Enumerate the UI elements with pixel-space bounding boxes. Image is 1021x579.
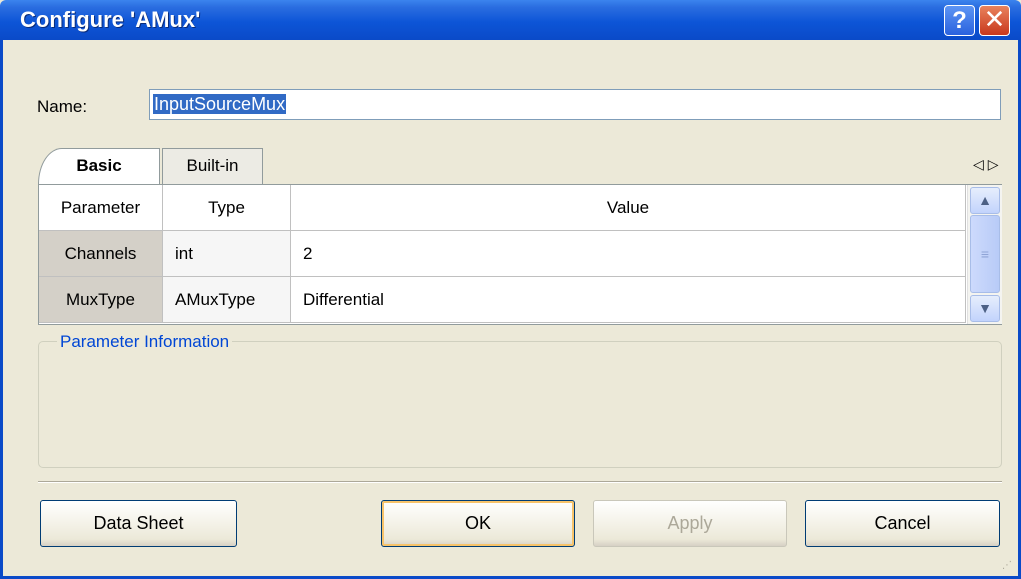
- cell-type: AMuxType: [163, 277, 291, 323]
- tab-built-in-label: Built-in: [186, 156, 239, 175]
- question-mark-icon: ?: [952, 7, 967, 34]
- tab-basic-label: Basic: [76, 156, 122, 175]
- cell-parameter: Channels: [39, 231, 163, 277]
- column-header-parameter[interactable]: Parameter: [39, 185, 163, 231]
- table-row[interactable]: MuxType AMuxType Differential: [39, 277, 966, 323]
- scroll-up-button[interactable]: ▲: [970, 187, 1000, 214]
- name-label: Name:: [37, 97, 88, 116]
- resize-grip-icon[interactable]: ⋰: [1002, 560, 1012, 571]
- close-button[interactable]: ✕: [979, 5, 1010, 36]
- parameter-grid: Parameter Type Value Channels int 2 MuxT…: [38, 184, 1002, 325]
- name-input-value: InputSourceMux: [153, 94, 287, 114]
- chevron-up-icon: ▲: [978, 192, 992, 208]
- divider: [38, 481, 1002, 483]
- title-bar[interactable]: Configure 'AMux' ? ✕: [0, 0, 1021, 40]
- cell-parameter: MuxType: [39, 277, 163, 323]
- data-sheet-button[interactable]: Data Sheet: [40, 500, 237, 547]
- close-icon: ✕: [983, 4, 1006, 34]
- cell-value[interactable]: 2: [291, 231, 966, 277]
- tab-prev-icon[interactable]: ◁: [973, 156, 988, 172]
- ok-button[interactable]: OK: [381, 500, 575, 547]
- grid-scrollbar[interactable]: ▲ ≡ ▼: [967, 185, 1002, 324]
- scroll-down-button[interactable]: ▼: [970, 295, 1000, 322]
- cell-value[interactable]: Differential: [291, 277, 966, 323]
- help-button[interactable]: ?: [944, 5, 975, 36]
- configure-dialog: Configure 'AMux' ? ✕ Name: InputSourceMu…: [0, 0, 1021, 579]
- parameter-information-group: Parameter Information: [38, 332, 1002, 468]
- grip-icon: ≡: [980, 246, 990, 262]
- name-input[interactable]: InputSourceMux: [149, 89, 1001, 120]
- tab-basic[interactable]: Basic: [38, 148, 160, 184]
- column-header-type[interactable]: Type: [163, 185, 291, 231]
- tab-scroll-arrows: ◁▷: [973, 156, 1003, 173]
- parameter-information-title: Parameter Information: [57, 332, 233, 352]
- grid-header-row: Parameter Type Value: [39, 185, 966, 231]
- cancel-button[interactable]: Cancel: [805, 500, 1000, 547]
- table-row[interactable]: Channels int 2: [39, 231, 966, 277]
- tab-built-in[interactable]: Built-in: [162, 148, 263, 184]
- window-title: Configure 'AMux': [20, 7, 201, 32]
- cell-type: int: [163, 231, 291, 277]
- tab-strip: Basic Built-in ◁▷: [38, 142, 1002, 184]
- column-header-value[interactable]: Value: [291, 185, 966, 231]
- apply-button[interactable]: Apply: [593, 500, 787, 547]
- chevron-down-icon: ▼: [978, 300, 992, 316]
- tab-next-icon[interactable]: ▷: [988, 156, 1003, 172]
- scroll-thumb[interactable]: ≡: [970, 215, 1000, 293]
